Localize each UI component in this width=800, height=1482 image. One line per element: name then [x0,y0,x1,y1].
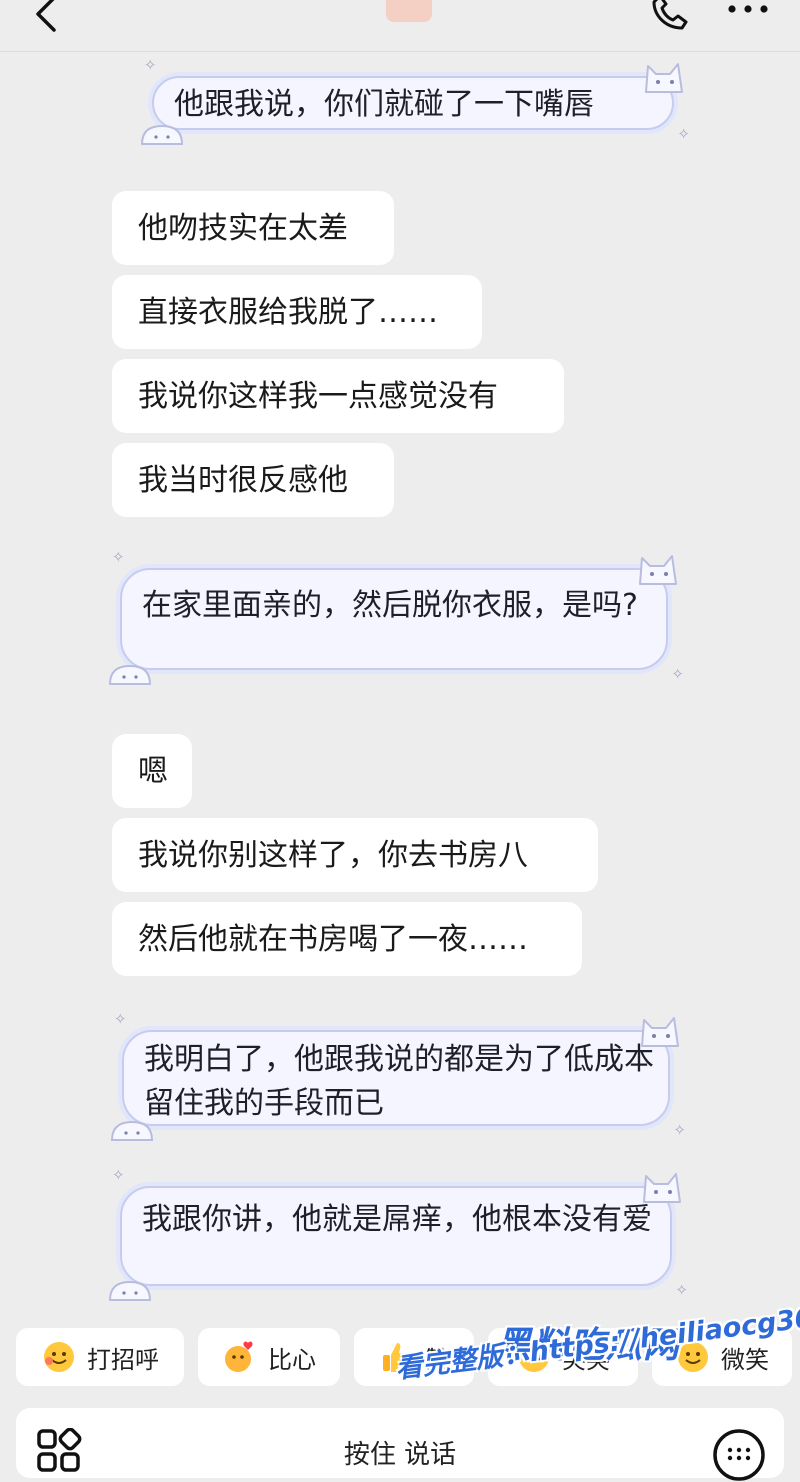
received-message[interactable]: 然后他就在书房喝了一夜…… [112,902,582,976]
message-text: 他吻技实在太差 [138,211,348,246]
quick-reply-heart[interactable]: 比心 [198,1328,340,1386]
sent-sticker-bubble[interactable]: 我跟你讲，他就是屌痒，他根本没有爱 ✧ ✧ [104,1168,688,1302]
received-message[interactable]: 他吻技实在太差 [112,191,394,265]
sparkle-icon: ✧ [677,125,690,143]
sent-sticker-bubble[interactable]: 他跟我说，你们就碰了一下嘴唇 ✧ ✧ [136,58,690,146]
sparkle-icon: ✧ [112,1166,125,1184]
hold-to-talk-label: 按住 说话 [343,1440,457,1470]
sparkle-icon: ✧ [673,1121,686,1139]
received-message[interactable]: 直接衣服给我脱了…… [112,275,482,349]
finger-heart-emoji-icon [225,1341,253,1372]
contact-avatar[interactable] [386,0,432,22]
received-message[interactable]: 嗯 [112,734,192,808]
received-message[interactable]: 我说你别这样了，你去书房八 [112,818,598,892]
blob-face-icon [108,664,152,685]
wave-emoji-icon [44,1342,74,1372]
received-message[interactable]: 我说你这样我一点感觉没有 [112,359,564,433]
sticker-frame: 我明白了，他跟我说的都是为了低成本留住我的手段而已 [122,1030,670,1126]
chevron-left-icon[interactable] [30,0,66,34]
more-horizontal-icon[interactable] [724,0,772,24]
blob-face-icon [140,124,184,145]
message-text: 我跟你讲，他就是屌痒，他根本没有爱 [142,1202,652,1237]
chat-header [0,0,800,52]
sparkle-icon: ✧ [114,1010,127,1028]
sparkle-icon: ✧ [675,1281,688,1299]
cat-face-icon [643,1173,681,1203]
blob-face-icon [108,1280,152,1301]
chip-label: 打招呼 [87,1345,159,1374]
keyboard-icon[interactable] [712,1428,766,1482]
message-text: 我明白了，他跟我说的都是为了低成本留住我的手段而已 [144,1042,654,1121]
sticker-frame: 在家里面亲的，然后脱你衣服，是吗? [120,568,668,670]
apps-grid-icon[interactable] [36,1428,84,1476]
message-text: 我说你别这样了，你去书房八 [138,838,528,873]
message-text: 嗯 [138,754,168,789]
chip-label: 比心 [268,1345,316,1374]
message-text: 我说你这样我一点感觉没有 [138,379,498,414]
received-message[interactable]: 我当时很反感他 [112,443,394,517]
sparkle-icon: ✧ [671,665,684,683]
sticker-frame: 我跟你讲，他就是屌痒，他根本没有爱 [120,1186,672,1286]
message-text: 然后他就在书房喝了一夜…… [138,922,528,957]
quick-reply-greet[interactable]: 打招呼 [16,1328,184,1386]
header-divider [0,51,800,52]
sent-sticker-bubble[interactable]: 在家里面亲的，然后脱你衣服，是吗? ✧ ✧ [104,550,684,686]
sparkle-icon: ✧ [144,56,157,74]
cat-face-icon [645,63,683,93]
message-text: 他跟我说，你们就碰了一下嘴唇 [174,87,594,122]
phone-icon[interactable] [646,0,694,34]
message-text: 直接衣服给我脱了…… [138,295,438,330]
cat-face-icon [641,1017,679,1047]
cat-face-icon [639,555,677,585]
sent-sticker-bubble[interactable]: 我明白了，他跟我说的都是为了低成本留住我的手段而已 ✧ ✧ [106,1012,686,1142]
input-bar: 按住 说话 [0,1408,800,1481]
blob-face-icon [110,1120,154,1141]
sticker-frame: 他跟我说，你们就碰了一下嘴唇 [152,76,674,130]
message-text: 我当时很反感他 [138,463,348,498]
message-text: 在家里面亲的，然后脱你衣服，是吗? [142,588,638,623]
sparkle-icon: ✧ [112,548,125,566]
